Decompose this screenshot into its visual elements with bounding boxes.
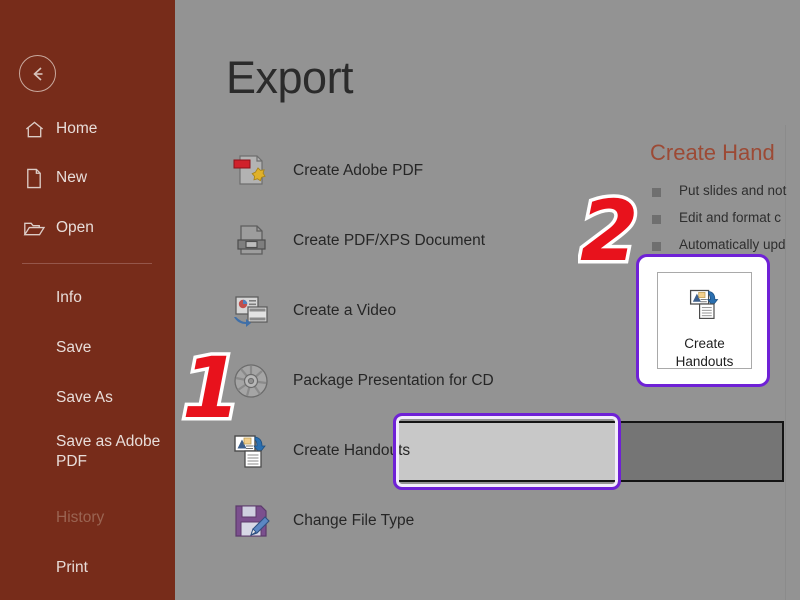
powerpoint-backstage-export-screen: Home New Open Info Save Save As Save as … [0, 0, 800, 600]
option-create-handouts[interactable]: Create Handouts [201, 423, 596, 479]
bullet-square-icon [652, 215, 661, 224]
sidebar-item-save-as[interactable]: Save As [0, 381, 175, 415]
home-icon [12, 119, 56, 140]
new-file-icon [12, 168, 56, 189]
sidebar-divider [22, 263, 152, 264]
info-bullet-text: Automatically upd [679, 237, 786, 252]
info-bullet-text: Edit and format c [679, 210, 782, 225]
video-icon [223, 289, 279, 333]
create-handouts-button-label: Create Handouts [676, 335, 734, 371]
info-bullet: Edit and format c [652, 210, 781, 225]
change-file-type-icon [223, 499, 279, 543]
option-label: Package Presentation for CD [293, 372, 494, 389]
sidebar-item-label: New [56, 169, 88, 186]
sidebar-item-open[interactable]: Open [0, 211, 175, 245]
option-package-presentation-for-cd[interactable]: Package Presentation for CD [201, 353, 596, 409]
sidebar-item-label: Open [56, 219, 94, 236]
option-label: Create PDF/XPS Document [293, 232, 486, 249]
option-create-adobe-pdf[interactable]: Create Adobe PDF [201, 143, 596, 199]
info-bullet: Put slides and not [652, 183, 786, 198]
open-folder-icon [12, 219, 56, 238]
info-bullet: Automatically upd [652, 237, 786, 252]
sidebar-item-label: Print [56, 559, 88, 576]
button-label-line1: Create [684, 336, 725, 351]
sidebar-item-info[interactable]: Info [0, 281, 175, 315]
sidebar-item-new[interactable]: New [0, 161, 175, 195]
page-title: Export [226, 52, 354, 103]
info-pane-title: Create Hand [650, 140, 775, 165]
cd-disc-icon [223, 359, 279, 403]
option-label: Create a Video [293, 302, 397, 319]
button-label-line2: Handouts [675, 354, 734, 369]
info-bullet-text: Put slides and not [679, 183, 787, 198]
backstage-sidebar: Home New Open Info Save Save As Save as … [0, 0, 175, 600]
bullet-square-icon [652, 242, 661, 251]
sidebar-item-home[interactable]: Home [0, 112, 175, 146]
sidebar-item-save[interactable]: Save [0, 331, 175, 365]
sidebar-item-label: Save as Adobe PDF [56, 433, 161, 470]
sidebar-item-label: History [56, 509, 105, 526]
option-label: Create Handouts [293, 442, 411, 459]
sidebar-item-print[interactable]: Print [0, 551, 175, 585]
option-label: Change File Type [293, 512, 415, 529]
create-handouts-button[interactable]: Create Handouts [657, 272, 752, 369]
pdf-xps-icon [223, 219, 279, 263]
adobe-pdf-icon [223, 149, 279, 193]
sidebar-item-label: Info [56, 289, 82, 306]
sidebar-item-label: Home [56, 120, 98, 137]
sidebar-item-label: Save [56, 339, 92, 356]
option-create-pdf-xps-document[interactable]: Create PDF/XPS Document [201, 213, 596, 269]
bullet-square-icon [652, 188, 661, 197]
back-arrow-icon[interactable] [19, 55, 56, 92]
sidebar-item-label: Save As [56, 389, 113, 406]
option-label: Create Adobe PDF [293, 162, 424, 179]
handouts-icon [687, 286, 723, 327]
option-change-file-type[interactable]: Change File Type [201, 493, 596, 549]
sidebar-item-save-as-adobe-pdf[interactable]: Save as Adobe PDF [0, 431, 175, 477]
option-create-a-video[interactable]: Create a Video [201, 283, 596, 339]
sidebar-item-history: History [0, 501, 175, 535]
handouts-icon [223, 429, 279, 473]
